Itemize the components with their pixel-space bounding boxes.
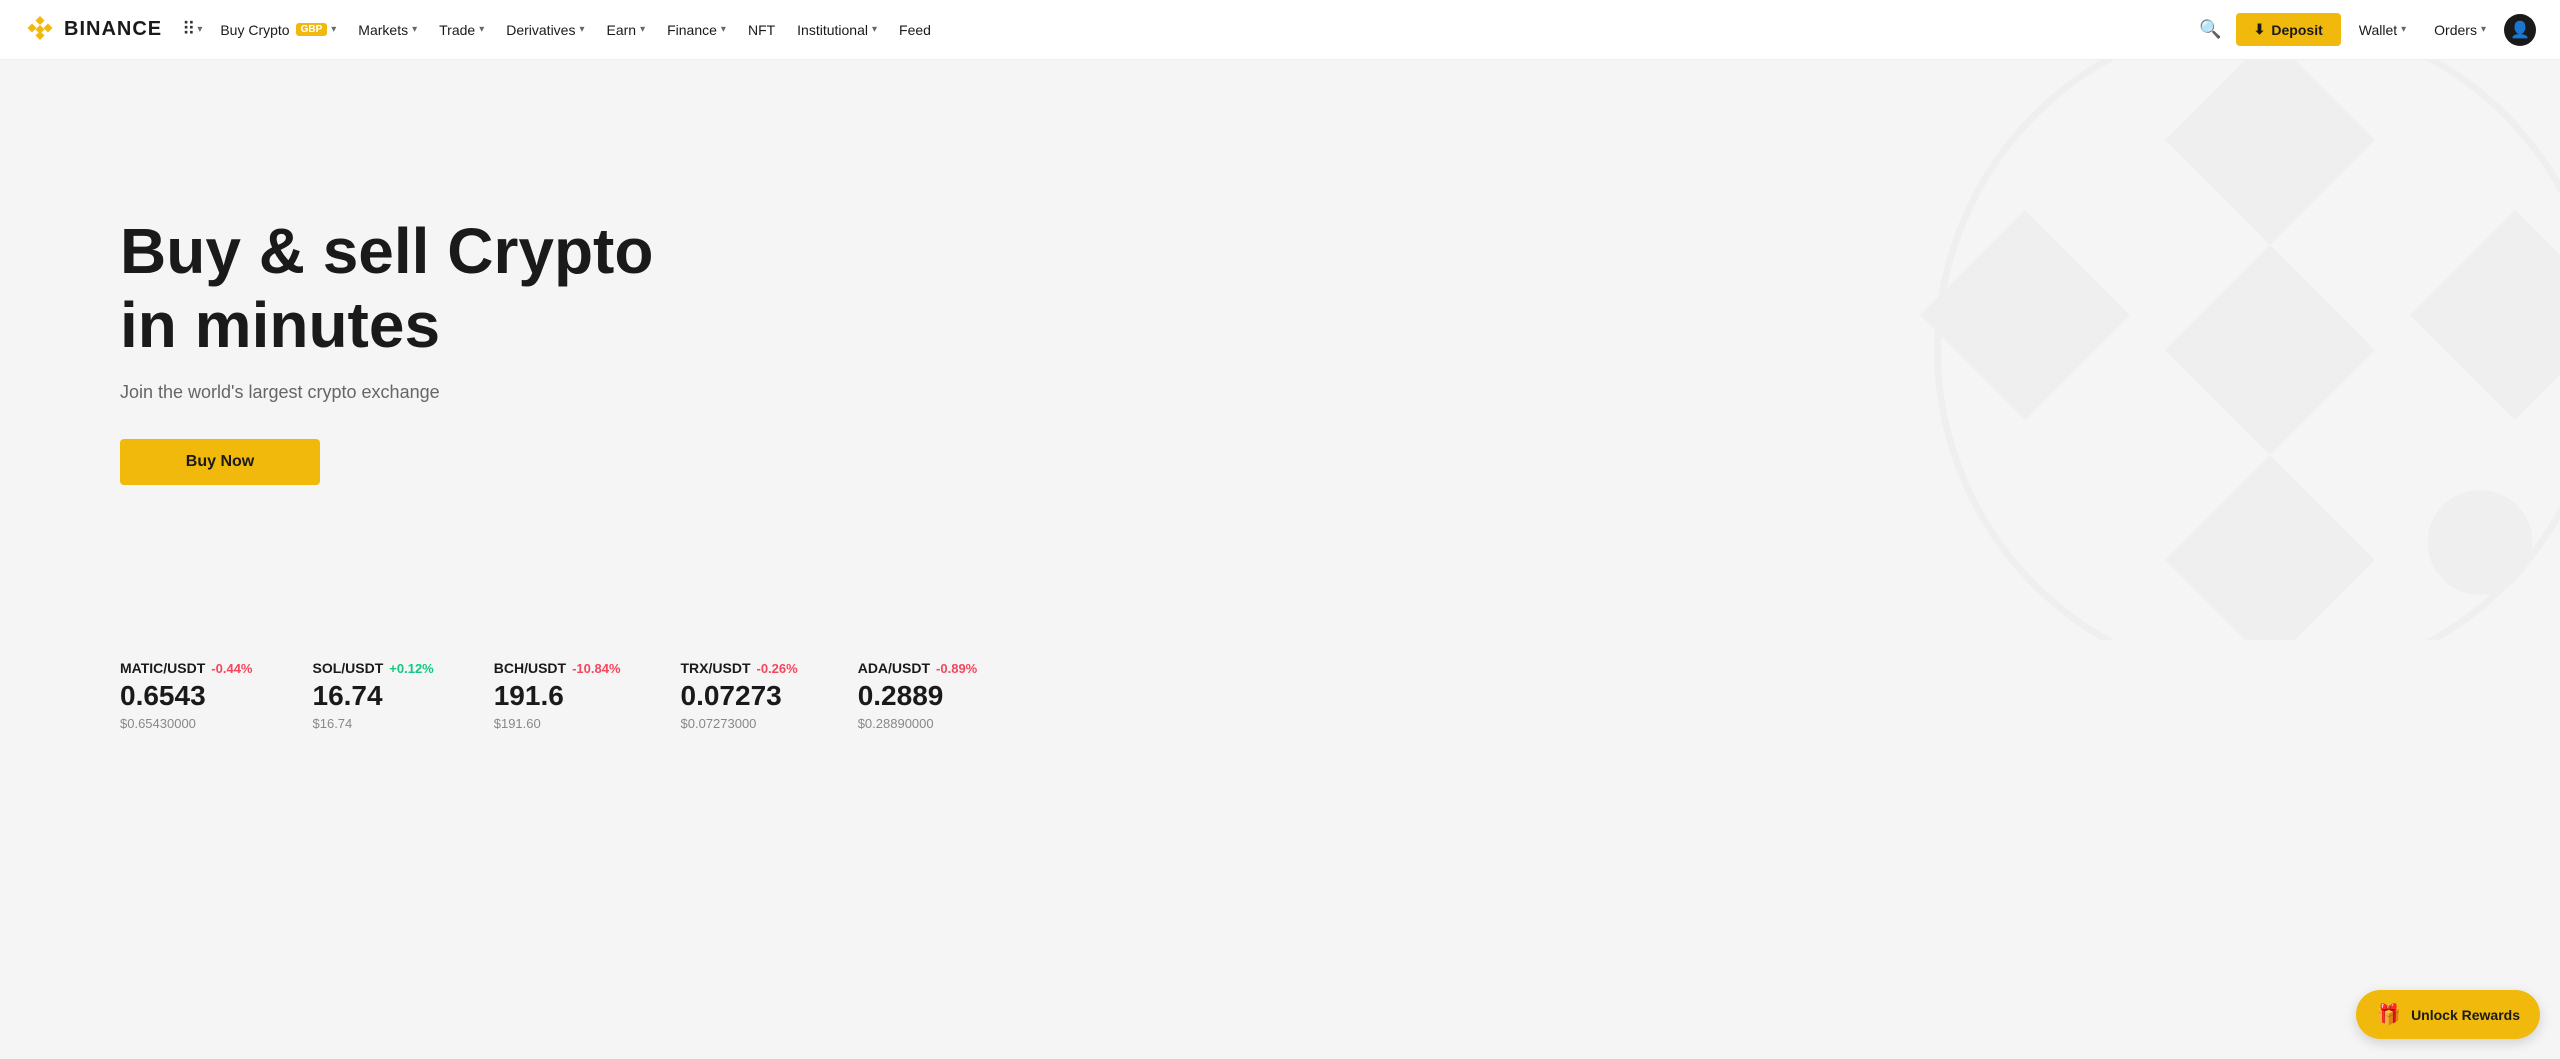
grid-menu-button[interactable]: ⠿ ▾	[178, 15, 206, 44]
ticker-price: 0.6543	[120, 680, 253, 712]
ticker-pair-name: TRX/USDT	[681, 660, 751, 676]
ticker-price: 191.6	[494, 680, 621, 712]
ticker-pair: BCH/USDT -10.84%	[494, 660, 621, 676]
finance-chevron-icon: ▾	[721, 24, 726, 35]
ticker-section: MATIC/USDT -0.44% 0.6543 $0.65430000 SOL…	[0, 640, 2560, 771]
ticker-pair: SOL/USDT +0.12%	[313, 660, 434, 676]
deposit-label: Deposit	[2271, 22, 2322, 38]
ticker-price: 16.74	[313, 680, 434, 712]
binance-logo-icon	[24, 14, 56, 46]
gbp-badge: GBP	[296, 23, 328, 36]
buy-crypto-label: Buy Crypto	[220, 22, 289, 38]
ticker-usd: $0.65430000	[120, 716, 253, 731]
nav-markets[interactable]: Markets ▾	[348, 16, 427, 44]
buy-crypto-chevron-icon: ▾	[331, 24, 336, 35]
hero-title: Buy & sell Crypto in minutes	[120, 215, 720, 362]
wallet-chevron-icon: ▾	[2401, 24, 2406, 35]
institutional-label: Institutional	[797, 22, 868, 38]
ticker-pair: ADA/USDT -0.89%	[858, 660, 978, 676]
nav-finance[interactable]: Finance ▾	[657, 16, 736, 44]
earn-label: Earn	[607, 22, 637, 38]
nav-feed[interactable]: Feed	[889, 16, 941, 44]
nav-wallet[interactable]: Wallet ▾	[2349, 16, 2416, 44]
ticker-usd: $0.28890000	[858, 716, 978, 731]
nav-buy-crypto[interactable]: Buy Crypto GBP ▾	[210, 16, 346, 44]
nav-trade[interactable]: Trade ▾	[429, 16, 494, 44]
navbar: BINANCE ⠿ ▾ Buy Crypto GBP ▾ Markets ▾ T…	[0, 0, 2560, 60]
ticker-pair: MATIC/USDT -0.44%	[120, 660, 253, 676]
grid-icon: ⠿	[182, 19, 195, 40]
buy-now-button[interactable]: Buy Now	[120, 439, 320, 485]
hero-content: Buy & sell Crypto in minutes Join the wo…	[120, 215, 720, 485]
gift-icon: 🎁	[2376, 1002, 2401, 1027]
nav-derivatives[interactable]: Derivatives ▾	[496, 16, 594, 44]
nav-nft[interactable]: NFT	[738, 16, 785, 44]
ticker-change: +0.12%	[389, 661, 433, 676]
ticker-item[interactable]: SOL/USDT +0.12% 16.74 $16.74	[313, 660, 434, 731]
logo-text: BINANCE	[64, 18, 162, 41]
ticker-price: 0.2889	[858, 680, 978, 712]
deposit-button[interactable]: ⬇ Deposit	[2236, 13, 2341, 46]
nav-actions: 🔍 ⬇ Deposit Wallet ▾ Orders ▾ 👤	[2193, 13, 2536, 46]
ticker-item[interactable]: BCH/USDT -10.84% 191.6 $191.60	[494, 660, 621, 731]
ticker-item[interactable]: ADA/USDT -0.89% 0.2889 $0.28890000	[858, 660, 978, 731]
ticker-item[interactable]: TRX/USDT -0.26% 0.07273 $0.07273000	[681, 660, 798, 731]
institutional-chevron-icon: ▾	[872, 24, 877, 35]
deposit-icon: ⬇	[2254, 21, 2266, 38]
ticker-pair-name: BCH/USDT	[494, 660, 566, 676]
unlock-rewards-banner[interactable]: 🎁 Unlock Rewards	[2356, 990, 2540, 1039]
ticker-price: 0.07273	[681, 680, 798, 712]
trade-chevron-icon: ▾	[479, 24, 484, 35]
markets-label: Markets	[358, 22, 408, 38]
ticker-change: -10.84%	[572, 661, 620, 676]
orders-chevron-icon: ▾	[2481, 24, 2486, 35]
search-icon: 🔍	[2199, 19, 2221, 39]
ticker-pair-name: MATIC/USDT	[120, 660, 205, 676]
ticker-usd: $191.60	[494, 716, 621, 731]
ticker-change: -0.26%	[757, 661, 798, 676]
ticker-usd: $0.07273000	[681, 716, 798, 731]
finance-label: Finance	[667, 22, 717, 38]
logo[interactable]: BINANCE	[24, 14, 162, 46]
nav-items: Buy Crypto GBP ▾ Markets ▾ Trade ▾ Deriv…	[210, 16, 2189, 44]
wallet-label: Wallet	[2359, 22, 2397, 38]
unlock-rewards-label: Unlock Rewards	[2411, 1007, 2520, 1023]
derivatives-chevron-icon: ▾	[579, 24, 584, 35]
user-avatar[interactable]: 👤	[2504, 14, 2536, 46]
hero-subtitle: Join the world's largest crypto exchange	[120, 382, 720, 403]
ticker-pair: TRX/USDT -0.26%	[681, 660, 798, 676]
orders-label: Orders	[2434, 22, 2477, 38]
grid-chevron-icon: ▾	[197, 24, 202, 35]
search-button[interactable]: 🔍	[2193, 13, 2227, 46]
nav-earn[interactable]: Earn ▾	[597, 16, 656, 44]
ticker-pair-name: ADA/USDT	[858, 660, 930, 676]
ticker-change: -0.89%	[936, 661, 977, 676]
trade-label: Trade	[439, 22, 475, 38]
hero-watermark-icon	[1920, 60, 2560, 640]
markets-chevron-icon: ▾	[412, 24, 417, 35]
ticker-item[interactable]: MATIC/USDT -0.44% 0.6543 $0.65430000	[120, 660, 253, 731]
feed-label: Feed	[899, 22, 931, 38]
user-icon: 👤	[2510, 20, 2530, 40]
nft-label: NFT	[748, 22, 775, 38]
derivatives-label: Derivatives	[506, 22, 575, 38]
ticker-change: -0.44%	[211, 661, 252, 676]
earn-chevron-icon: ▾	[640, 24, 645, 35]
ticker-usd: $16.74	[313, 716, 434, 731]
hero-section: Buy & sell Crypto in minutes Join the wo…	[0, 60, 2560, 640]
nav-institutional[interactable]: Institutional ▾	[787, 16, 887, 44]
nav-orders[interactable]: Orders ▾	[2424, 16, 2496, 44]
ticker-pair-name: SOL/USDT	[313, 660, 384, 676]
